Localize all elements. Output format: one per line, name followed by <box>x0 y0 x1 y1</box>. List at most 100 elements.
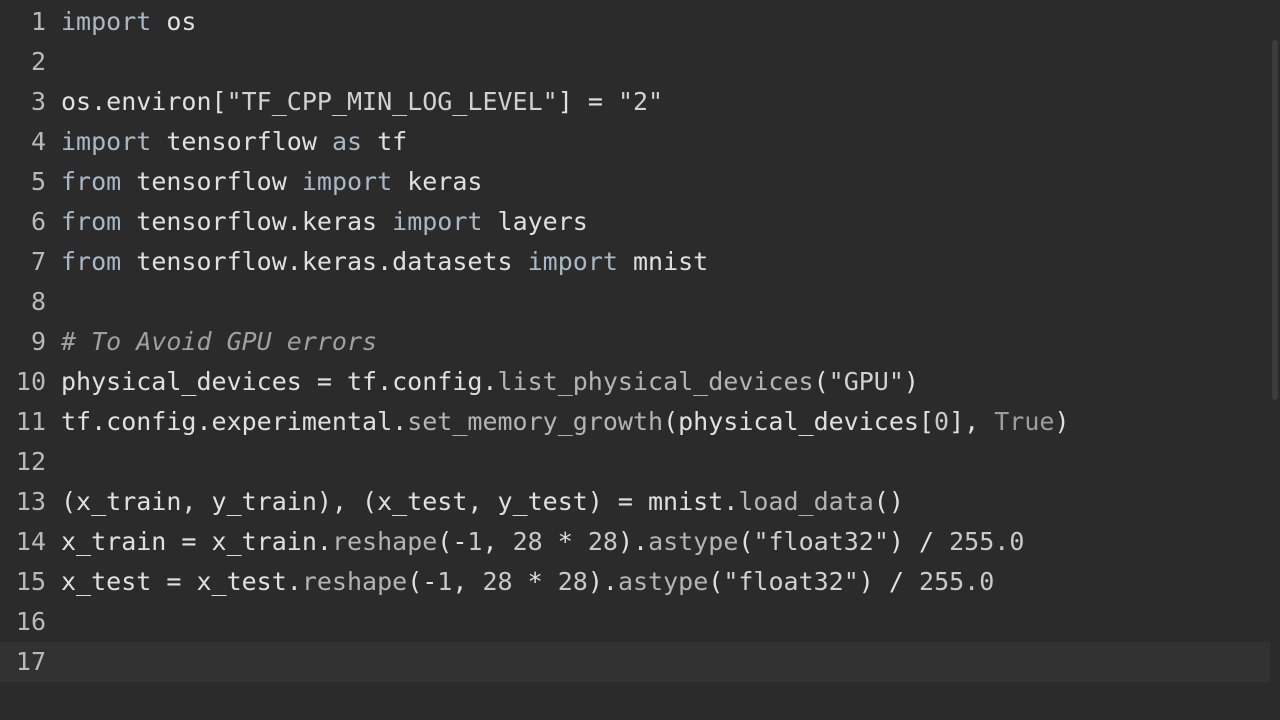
line-code[interactable]: import os <box>61 2 196 42</box>
code-token: "2" <box>617 87 664 116</box>
code-token: 0 <box>934 407 950 436</box>
code-token: , <box>482 527 513 556</box>
code-token: reshape <box>301 567 408 596</box>
code-token: "float32" <box>723 567 859 596</box>
code-token: 255.0 <box>919 567 995 596</box>
line-number: 6 <box>30 207 46 236</box>
code-line[interactable]: 12 <box>0 442 1270 482</box>
code-token: (x_train, y_train), (x_test, y_test) = m… <box>61 487 739 516</box>
code-token: 1 <box>437 567 453 596</box>
code-token: list_physical_devices <box>497 367 814 396</box>
code-token: (- <box>407 567 438 596</box>
code-token: ). <box>617 527 649 556</box>
code-token: ) / <box>858 567 920 596</box>
line-number: 7 <box>30 247 46 276</box>
line-number: 8 <box>30 287 46 316</box>
scrollbar-thumb[interactable] <box>1272 40 1278 400</box>
code-token: 28 <box>587 527 618 556</box>
line-number: 13 <box>15 487 46 516</box>
code-line[interactable]: 10 physical_devices = tf.config.list_phys… <box>0 362 1270 402</box>
code-token: ) / <box>888 527 950 556</box>
code-token: load_data <box>738 487 874 516</box>
code-token: # To Avoid GPU errors <box>61 327 378 356</box>
code-token: astype <box>648 527 739 556</box>
line-code[interactable]: # To Avoid GPU errors <box>61 322 377 362</box>
line-code[interactable]: import tensorflow as tf <box>61 122 407 162</box>
code-token: ) <box>903 367 919 396</box>
code-token: tf <box>362 127 408 156</box>
code-token: import <box>527 247 618 276</box>
line-number: 17 <box>15 647 46 676</box>
vertical-scrollbar[interactable] <box>1270 0 1280 720</box>
code-token: 1 <box>467 527 483 556</box>
code-token: "GPU" <box>828 367 904 396</box>
code-line[interactable]: 14 x_train = x_train.reshape(-1, 28 * 28)… <box>0 522 1270 562</box>
code-token: keras <box>392 167 483 196</box>
code-token: ] = <box>557 87 618 116</box>
line-code[interactable]: from tensorflow import keras <box>61 162 482 202</box>
code-token: import <box>61 7 152 36</box>
code-line[interactable]: 6 from tensorflow.keras import layers <box>0 202 1270 242</box>
code-line[interactable]: 9 # To Avoid GPU errors <box>0 322 1270 362</box>
code-editor[interactable]: 1 import os 2 3 os.environ["TF_CPP_MIN_LOG_L… <box>0 0 1280 720</box>
code-token: from <box>61 247 122 276</box>
line-code[interactable]: from tensorflow.keras import layers <box>61 202 588 242</box>
code-line[interactable]: 7 from tensorflow.keras.datasets import m… <box>0 242 1270 282</box>
code-line[interactable]: 13 (x_train, y_train), (x_test, y_test) =… <box>0 482 1270 522</box>
code-token: ], <box>949 407 995 436</box>
code-token: ( <box>813 367 829 396</box>
code-line[interactable]: 17 <box>0 642 1270 682</box>
code-token: os <box>151 7 197 36</box>
line-number: 11 <box>15 407 46 436</box>
line-code[interactable]: (x_train, y_train), (x_test, y_test) = m… <box>61 482 904 522</box>
code-token: 28 <box>512 527 543 556</box>
line-number: 12 <box>15 447 46 476</box>
line-number: 4 <box>30 127 46 156</box>
code-token: tensorflow <box>151 127 332 156</box>
line-code[interactable]: tf.config.experimental.set_memory_growth… <box>61 402 1070 442</box>
code-token: astype <box>617 567 709 596</box>
line-number: 16 <box>15 607 46 636</box>
line-code[interactable]: os.environ["TF_CPP_MIN_LOG_LEVEL"] = "2" <box>61 82 663 122</box>
code-line[interactable]: 2 <box>0 42 1270 82</box>
line-code[interactable]: x_train = x_train.reshape(-1, 28 * 28).a… <box>61 522 1024 562</box>
code-token: x_test = x_test. <box>61 567 302 596</box>
line-number: 1 <box>30 7 46 36</box>
code-line[interactable]: 1 import os <box>0 2 1270 42</box>
code-line[interactable]: 11 tf.config.experimental.set_memory_grow… <box>0 402 1270 442</box>
code-line[interactable]: 3 os.environ["TF_CPP_MIN_LOG_LEVEL"] = "2… <box>0 82 1270 122</box>
line-number: 5 <box>30 167 46 196</box>
code-token: True <box>994 407 1055 436</box>
line-number: 2 <box>30 47 46 76</box>
line-number: 3 <box>30 87 46 116</box>
code-token: layers <box>482 207 588 236</box>
code-token: * <box>542 527 588 556</box>
code-token: tf.config.experimental. <box>61 407 408 436</box>
code-token: ). <box>587 567 618 596</box>
code-token: as <box>331 127 363 156</box>
code-token: tensorflow.keras.datasets <box>121 247 528 276</box>
code-token: (physical_devices[ <box>663 407 934 436</box>
code-token: "TF_CPP_MIN_LOG_LEVEL" <box>226 87 558 116</box>
code-token: , <box>452 567 483 596</box>
code-token: x_train = x_train. <box>61 527 332 556</box>
code-token: ( <box>738 527 754 556</box>
code-line[interactable]: 5 from tensorflow import keras <box>0 162 1270 202</box>
code-line[interactable]: 8 <box>0 282 1270 322</box>
code-token: "float32" <box>753 527 889 556</box>
code-line[interactable]: 15 x_test = x_test.reshape(-1, 28 * 28).a… <box>0 562 1270 602</box>
code-token: tensorflow.keras <box>121 207 393 236</box>
line-code[interactable]: x_test = x_test.reshape(-1, 28 * 28).ast… <box>61 562 994 602</box>
code-line[interactable]: 4 import tensorflow as tf <box>0 122 1270 162</box>
code-line[interactable]: 16 <box>0 602 1270 642</box>
code-token: tensorflow <box>121 167 302 196</box>
line-number: 9 <box>30 327 46 356</box>
code-token: ( <box>708 567 724 596</box>
code-token: import <box>392 207 483 236</box>
code-token: import <box>61 127 152 156</box>
line-code[interactable]: from tensorflow.keras.datasets import mn… <box>61 242 708 282</box>
line-code[interactable]: physical_devices = tf.config.list_physic… <box>61 362 919 402</box>
code-token: 28 <box>557 567 588 596</box>
line-number: 15 <box>15 567 46 596</box>
code-token: reshape <box>331 527 438 556</box>
